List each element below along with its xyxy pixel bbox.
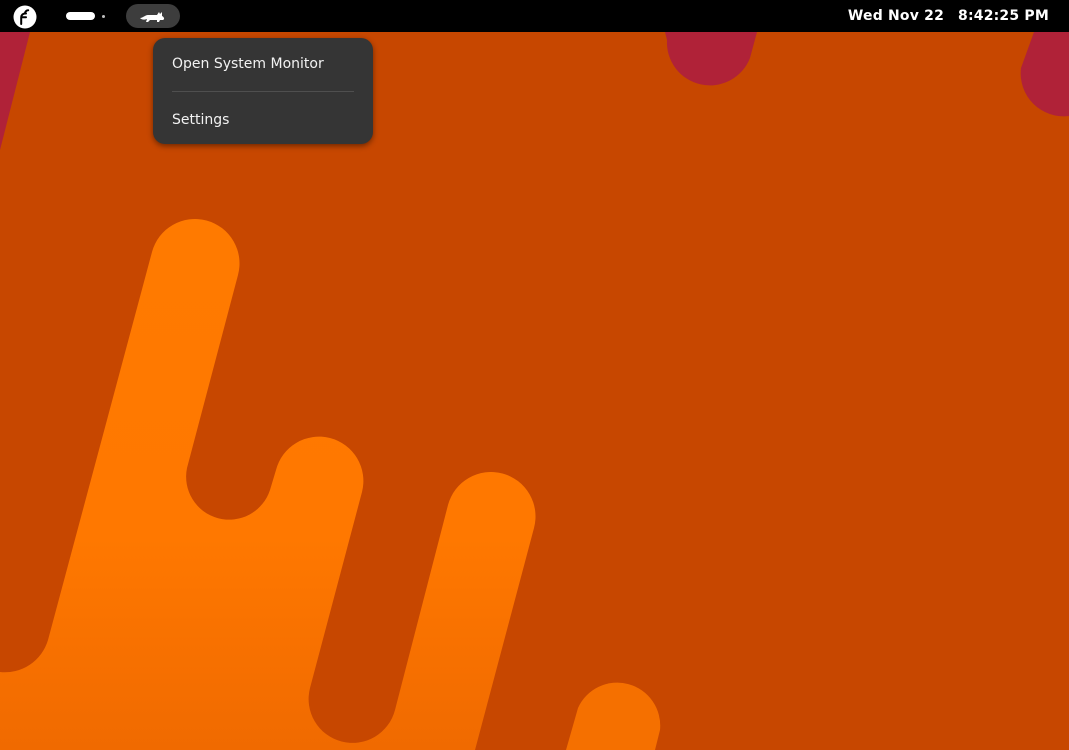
menu-item-settings[interactable]: Settings (153, 100, 373, 140)
workspace-indicator[interactable] (60, 8, 114, 24)
workspace-active-pill[interactable] (66, 12, 95, 20)
top-bar: Wed Nov 22 8:42:25 PM (0, 0, 1069, 32)
app-indicator-button[interactable] (126, 4, 180, 28)
app-indicator-menu: Open System Monitor Settings (153, 38, 373, 144)
date-label: Wed Nov 22 (847, 8, 945, 24)
menu-item-open-system-monitor[interactable]: Open System Monitor (153, 44, 373, 84)
workspace-dot[interactable] (102, 15, 105, 18)
time-label: 8:42:25 PM (958, 8, 1049, 24)
cat-icon (140, 12, 165, 22)
fedora-logo-icon[interactable] (13, 5, 37, 29)
menu-separator (172, 91, 354, 92)
clock-button[interactable]: Wed Nov 22 8:42:25 PM (848, 0, 1049, 32)
